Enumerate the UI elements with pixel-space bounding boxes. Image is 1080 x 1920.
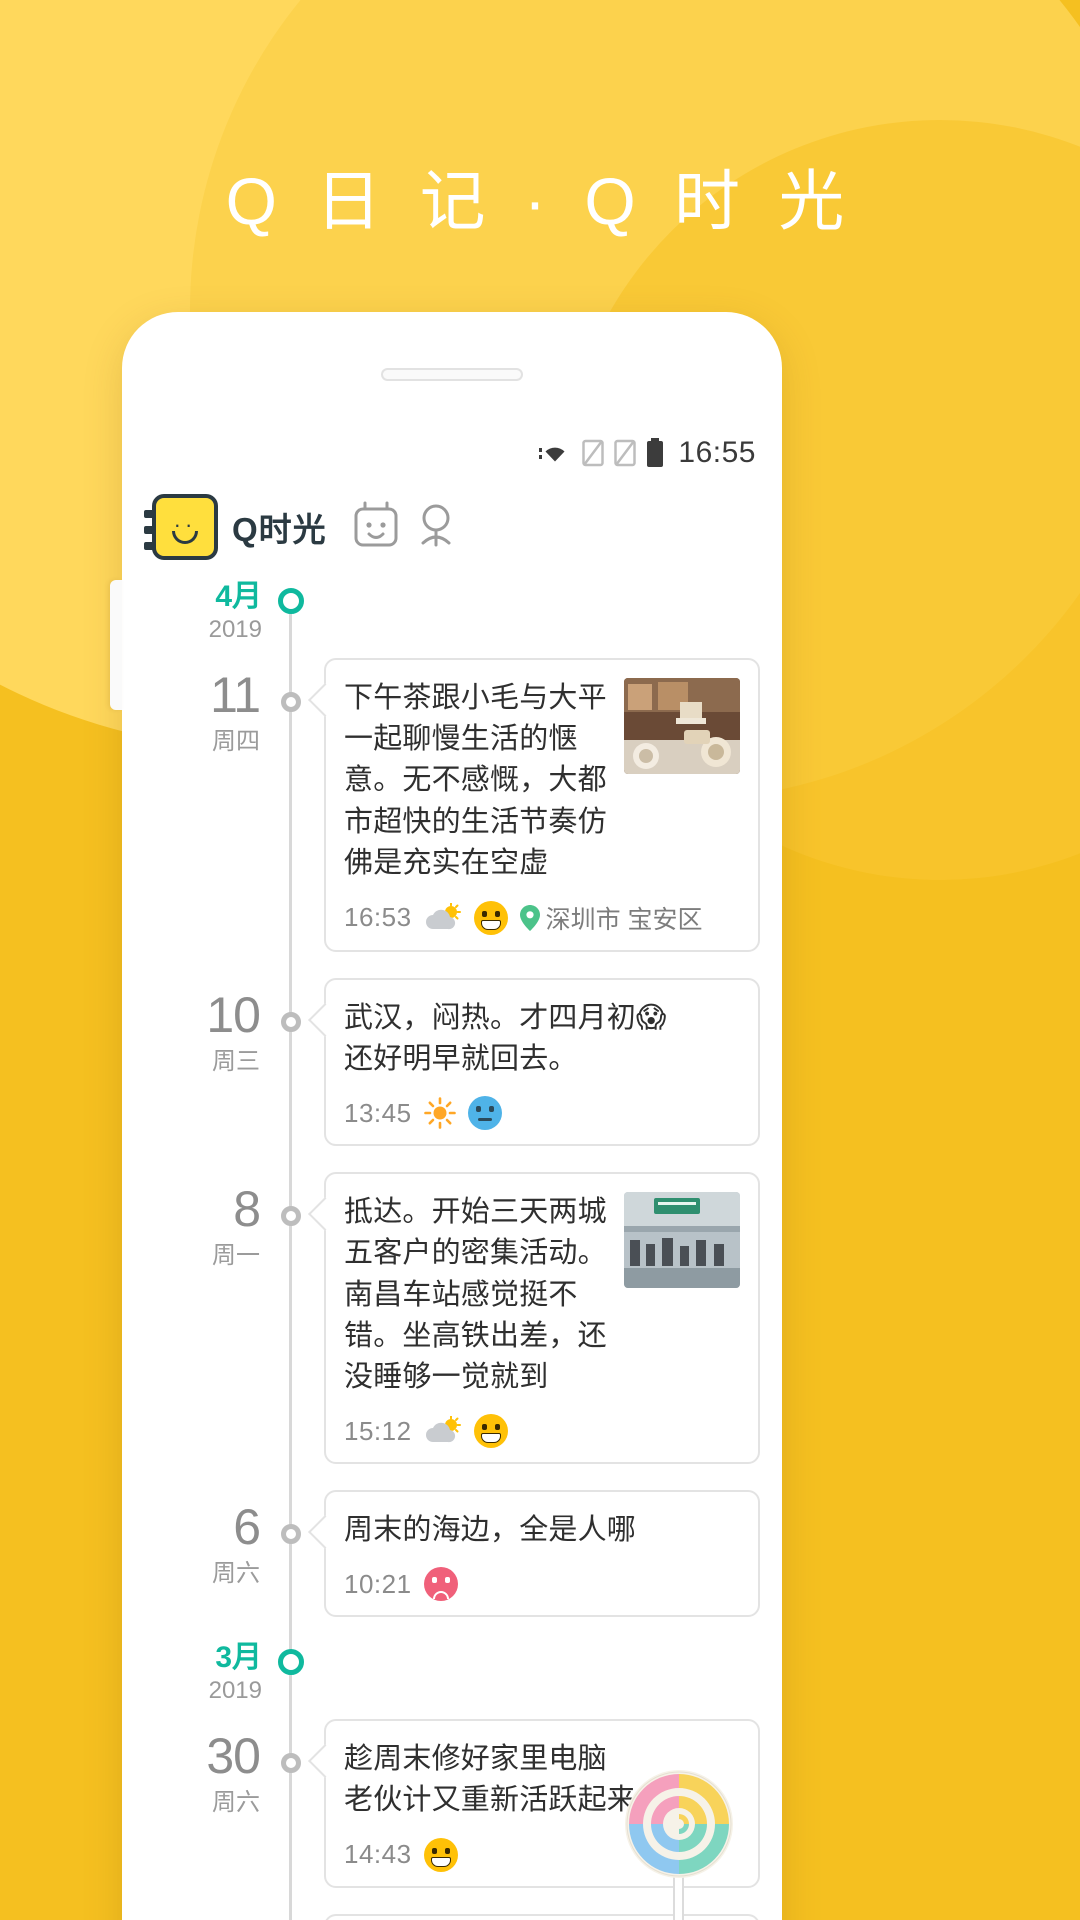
timeline-entry[interactable]: 8 周一 抵达。开始三天两城五客户的密集活动。南昌车站感觉挺不错。坐高铁出差，还… (126, 1172, 778, 1465)
entry-text: 武汉，闷热。才四月初😱 还好明早就回去。 (344, 1001, 667, 1076)
entry-day: 8 (233, 1181, 261, 1238)
entry-weekday: 周六 (212, 1560, 260, 1588)
entry-location: 深圳市 宝安区 (519, 900, 703, 936)
logo-smile (172, 531, 198, 544)
entry-time: 15:12 (344, 1415, 412, 1446)
entry-text: 周末的海边，全是人哪 (344, 1514, 637, 1547)
timeline-dot-day (281, 1011, 301, 1032)
wifi-icon (538, 440, 572, 466)
battery-icon (646, 438, 664, 468)
timeline-month-marker: 3月 2019 (126, 1643, 778, 1719)
timeline-entry[interactable]: 6 周六 周末的海边，全是人哪 10:21 (126, 1490, 778, 1618)
entry-date: 6 周六 (126, 1490, 276, 1586)
entry-location-text: 深圳市 宝安区 (545, 905, 703, 934)
sim-slot-2-icon (614, 439, 637, 467)
grin-face-icon (423, 1837, 458, 1872)
entry-thumbnail[interactable] (624, 1192, 740, 1289)
phone-side-button (110, 580, 122, 710)
app-header: ·· Q时光 (126, 484, 778, 568)
app-logo-icon: ·· (144, 494, 218, 560)
timeline-entry[interactable]: 10 周三 武汉，闷热。才四月初😱 还好明早就回去。 13:45 (126, 977, 778, 1147)
phone-mockup: 16:55 ·· Q时光 4月 2019 11 周四 下午茶跟小毛与大平一起聊慢… (110, 312, 782, 1920)
page-title: Q 日 记 · Q 时 光 (225, 164, 855, 238)
month-label: 3月 (215, 1641, 262, 1675)
timeline-dot-month (278, 1649, 304, 1676)
neutral-face-icon (467, 1096, 502, 1131)
entry-card[interactable]: 周末的海边，全是人哪 10:21 (324, 1490, 760, 1618)
entry-meta: 16:53 深圳市 宝安区 (344, 900, 740, 936)
entry-day: 6 (233, 1499, 261, 1556)
entry-weekday: 周四 (212, 728, 260, 755)
cloud-sun-icon (424, 901, 462, 933)
calendar-icon[interactable] (353, 501, 399, 554)
timeline-month-marker: 4月 2019 (126, 582, 778, 658)
app-title: Q时光 (232, 511, 327, 548)
timeline-entry[interactable]: 30 周六 趁周末修好家里电脑 老伙计又重新活跃起来 14:43 (126, 1719, 778, 1888)
status-time: 16:55 (678, 436, 756, 469)
entry-meta: 13:45 (344, 1096, 740, 1131)
phone-screen: 16:55 ·· Q时光 4月 2019 11 周四 下午茶跟小毛与大平一起聊慢… (126, 422, 778, 1920)
user-icon[interactable] (413, 501, 459, 554)
location-pin-icon (519, 904, 540, 931)
entry-weekday: 周一 (212, 1242, 260, 1270)
entry-weekday: 周六 (212, 1789, 260, 1817)
entry-card[interactable]: 下午茶跟小毛与大平一起聊慢生活的惬意。无不感慨，大都市超快的生活节奏仿佛是充实在… (324, 658, 760, 952)
entry-date: 8 周一 (126, 1172, 276, 1268)
timeline-dot-day (281, 692, 301, 712)
sad-face-icon (423, 1567, 458, 1602)
phone-speaker (381, 368, 523, 381)
entry-time: 10:21 (344, 1568, 412, 1599)
timeline-dot-day (281, 1206, 301, 1227)
month-year: 2019 (208, 616, 262, 643)
entry-time: 14:43 (344, 1839, 412, 1870)
entry-card-partial[interactable] (324, 1913, 760, 1920)
timeline-entry[interactable]: 11 周四 下午茶跟小毛与大平一起聊慢生活的惬意。无不感慨，大都市超快的生活节奏… (126, 658, 778, 952)
entry-thumbnail[interactable] (624, 678, 740, 774)
entry-text: 趁周末修好家里电脑 老伙计又重新活跃起来 (344, 1743, 637, 1817)
entry-day: 11 (210, 667, 261, 723)
grin-face-icon (473, 900, 508, 935)
month-label: 4月 (215, 580, 262, 613)
entry-card[interactable]: 趁周末修好家里电脑 老伙计又重新活跃起来 14:43 (324, 1719, 760, 1888)
sim-slot-1-icon (582, 439, 605, 467)
month-year: 2019 (208, 1677, 262, 1705)
grin-face-icon (473, 1414, 508, 1449)
entry-text: 下午茶跟小毛与大平一起聊慢生活的惬意。无不感慨，大都市超快的生活节奏仿佛是充实在… (344, 682, 607, 879)
entry-weekday: 周三 (212, 1047, 260, 1075)
timeline: 4月 2019 11 周四 下午茶跟小毛与大平一起聊慢生活的惬意。无不感慨，大都… (126, 568, 778, 1920)
entry-date: 10 周三 (126, 978, 276, 1074)
entry-meta: 15:12 (344, 1414, 740, 1449)
entry-text: 抵达。开始三天两城五客户的密集活动。南昌车站感觉挺不错。坐高铁出差，还没睡够一觉… (344, 1196, 607, 1393)
entry-date: 30 周六 (126, 1719, 276, 1815)
entry-day: 10 (206, 986, 261, 1043)
entry-time: 13:45 (344, 1097, 412, 1128)
status-bar: 16:55 (126, 422, 778, 484)
timeline-dot-day (281, 1524, 301, 1545)
entry-card[interactable]: 抵达。开始三天两城五客户的密集活动。南昌车站感觉挺不错。坐高铁出差，还没睡够一觉… (324, 1172, 760, 1465)
sun-icon (423, 1097, 456, 1130)
entry-card[interactable]: 武汉，闷热。才四月初😱 还好明早就回去。 13:45 (324, 977, 760, 1147)
entry-time: 16:53 (344, 902, 412, 933)
entry-date: 11 周四 (126, 658, 276, 754)
entry-day: 30 (206, 1728, 261, 1785)
cloud-sun-icon (424, 1415, 462, 1446)
entry-meta: 10:21 (344, 1567, 740, 1602)
timeline-dot-day (281, 1753, 301, 1774)
entry-meta: 14:43 (344, 1837, 740, 1872)
timeline-dot-month (278, 588, 304, 614)
